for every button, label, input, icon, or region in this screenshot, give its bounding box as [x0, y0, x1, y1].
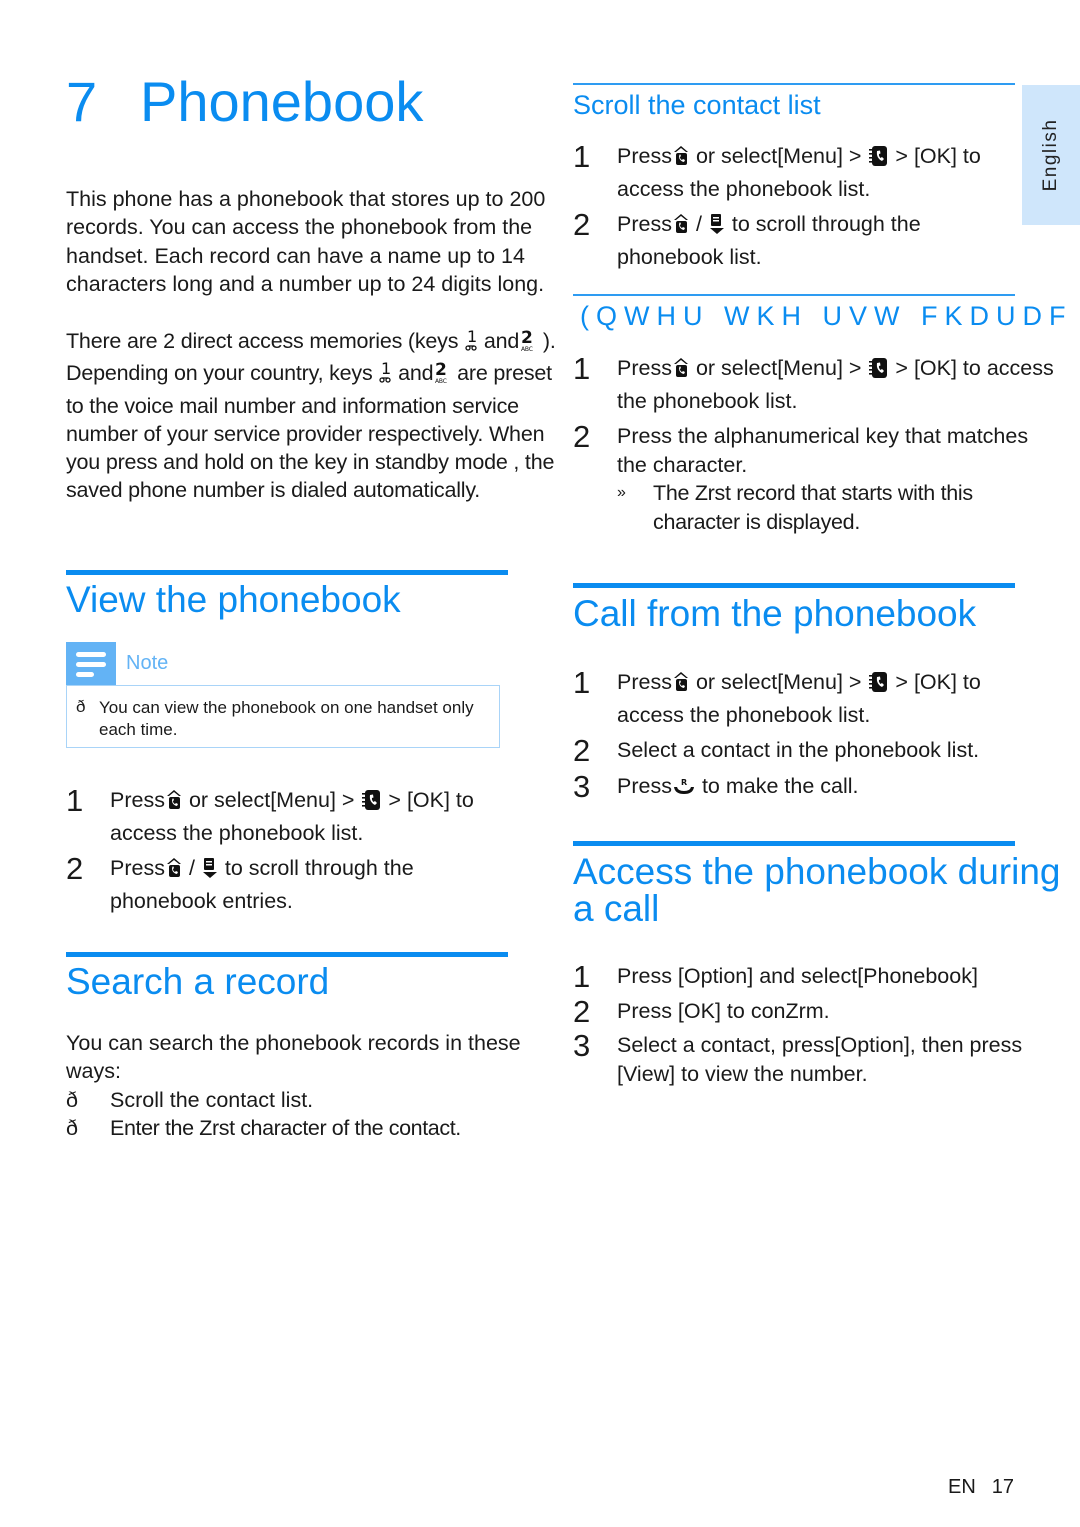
svg-text:2: 2 [521, 328, 533, 348]
enter-section-title: (QWHU WKH UVW FKDUDF [580, 301, 1073, 331]
scroll-down-key-icon [202, 857, 218, 887]
svg-text:1: 1 [467, 328, 477, 346]
key-1-voicemail-icon: 1 [379, 359, 391, 391]
note-bullet: ð [76, 697, 86, 716]
page-footer: EN 17 [948, 1476, 1014, 1499]
step-item: 1 Press or select[Menu] > > [OK] to acce… [573, 351, 1054, 413]
footer-language: EN [948, 1476, 976, 1498]
step-item: 2 Press the alphanumerical key that matc… [573, 420, 1063, 536]
during-call-section-title: Access the phonebook during a call [573, 851, 1061, 929]
step-item: 1 Press or select[Menu] > > [OK] to acce… [573, 665, 981, 727]
key-2-abc-icon: 2 ABC [520, 328, 536, 359]
scroll-section-title: Scroll the contact list [573, 90, 821, 120]
intro-paragraph-1: This phone has a phonebook that stores u… [66, 187, 546, 296]
view-section-title: View the phonebook [66, 579, 401, 620]
search-section-title: Search a record [66, 961, 330, 1002]
step-result: » The Zrst record that starts with this … [617, 481, 973, 534]
intro-paragraph-2: There are 2 direct access memories (keys… [66, 327, 556, 503]
key-2-abc-icon: 2 ABC [434, 360, 450, 391]
note-label: Note [126, 652, 169, 674]
phonebook-menu-icon [868, 145, 888, 175]
section-rule [573, 841, 1015, 846]
phonebook-key-icon [673, 357, 689, 387]
note-icon [66, 642, 116, 685]
enter-steps: 1 Press or select[Menu] > > [OK] to acce… [573, 351, 1063, 543]
language-tab: English [1022, 85, 1080, 225]
step-item: 1 Press or select[Menu] > > [OK] to acce… [573, 139, 981, 201]
note-header: Note [66, 642, 502, 685]
call-section-title: Call from the phonebook [573, 593, 977, 634]
phonebook-key-icon [166, 789, 182, 819]
section-rule [573, 583, 1015, 588]
step-item: 2 Press / to scroll through the phoneboo… [573, 207, 921, 269]
talk-key-icon: R [673, 776, 695, 805]
section-rule [573, 294, 1015, 296]
step-item: 1 Press [Option] and select[Phonebook] [573, 959, 978, 994]
section-rule [66, 952, 508, 957]
view-steps: 1 Press or select[Menu] > > [OK] to acce… [66, 783, 516, 922]
chapter-number: 7 [66, 70, 98, 133]
search-bullets: ð Scroll the contact list. ð Enter the Zrs… [66, 1086, 558, 1143]
section-rule [573, 83, 1015, 85]
chapter-heading: 7 Phonebook [66, 68, 423, 136]
svg-text:ABC: ABC [435, 378, 447, 384]
scroll-down-key-icon [709, 213, 725, 243]
phonebook-key-icon [673, 145, 689, 175]
section-rule [66, 570, 508, 575]
note-text: You can view the phonebook on one handse… [99, 698, 474, 739]
phonebook-key-icon [673, 213, 689, 243]
scroll-steps: 1 Press or select[Menu] > > [OK] to acce… [573, 139, 1018, 278]
step-item: 3 Press R to make the call. [573, 768, 859, 805]
svg-text:2: 2 [435, 360, 447, 380]
svg-text:R: R [681, 778, 687, 787]
note-box: ð You can view the phonebook on one hand… [66, 685, 500, 748]
step-item: 2 Press / to scroll through the phoneboo… [66, 851, 414, 913]
step-item: 2 Press [OK] to conZrm. [573, 993, 830, 1029]
step-item: 1 Press or select[Menu] > > [OK] to acce… [66, 783, 474, 845]
step-item: 2 Select a contact in the phonebook list… [573, 733, 980, 768]
phonebook-menu-icon [361, 789, 381, 819]
phonebook-key-icon [166, 857, 182, 887]
during-call-steps: 1 Press [Option] and select[Phonebook] 2… [573, 959, 1033, 1095]
page-number: 17 [991, 1476, 1015, 1498]
phonebook-menu-icon [868, 671, 888, 701]
step-item: 3 Select a contact, press[Option], then … [573, 1028, 1023, 1086]
svg-text:1: 1 [381, 360, 391, 378]
bullet-item: ð Scroll the contact list. [66, 1088, 314, 1112]
svg-text:ABC: ABC [521, 346, 533, 352]
key-1-voicemail-icon: 1 [465, 327, 477, 359]
language-tab-label: English [1040, 118, 1061, 192]
phonebook-key-icon [673, 671, 689, 701]
call-steps: 1 Press or select[Menu] > > [OK] to acce… [573, 665, 1023, 811]
search-intro: You can search the phonebook records in … [66, 1031, 521, 1084]
bullet-item: ð Enter the Zrst character of the contact… [66, 1116, 461, 1141]
phonebook-menu-icon [868, 357, 888, 387]
chapter-title: Phonebook [140, 70, 424, 133]
